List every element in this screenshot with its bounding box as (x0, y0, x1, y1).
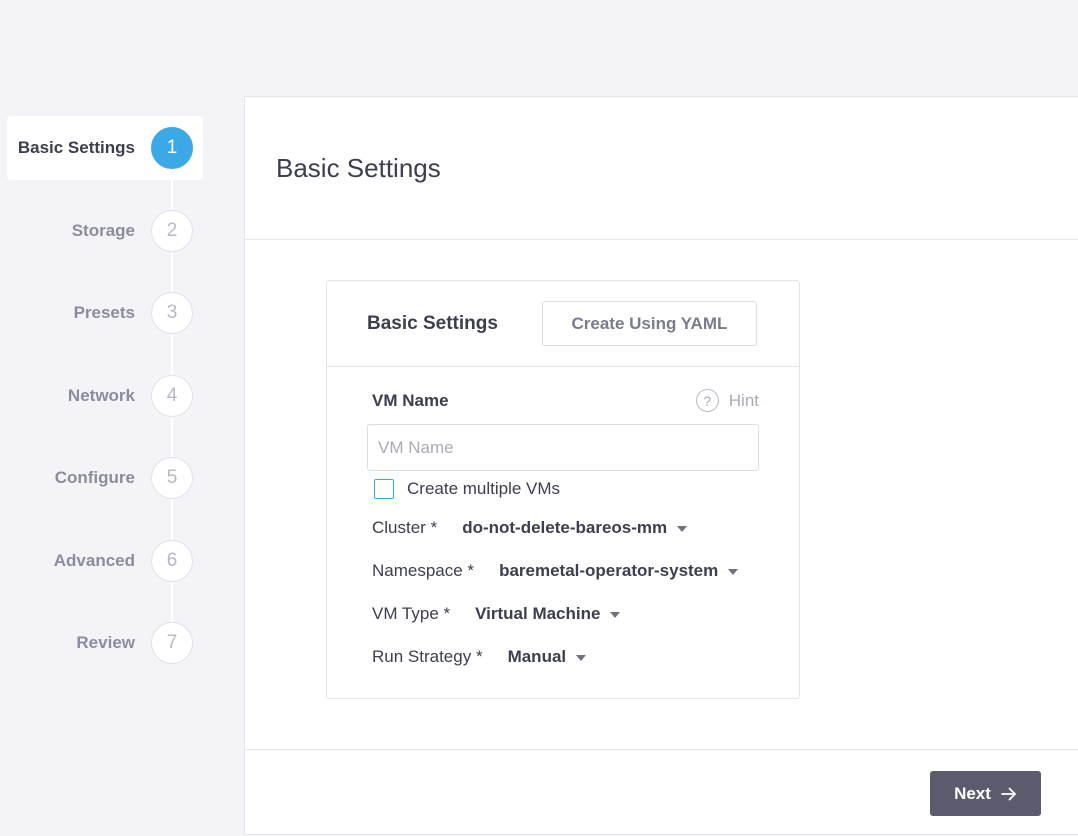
basic-settings-card: Basic Settings Create Using YAML VM Name… (326, 280, 800, 699)
wizard-stepper: Basic Settings 1 Storage 2 Presets 3 Net… (0, 0, 215, 836)
step-number-badge: 2 (151, 210, 193, 252)
arrow-right-icon (1001, 787, 1017, 801)
card-title: Basic Settings (367, 312, 498, 334)
step-label: Network (67, 386, 135, 405)
step-number-badge: 6 (151, 540, 193, 582)
vm-name-label-row: VM Name ? Hint (367, 389, 759, 412)
namespace-select-row: Namespace * baremetal-operator-system (367, 559, 759, 583)
step-label: Storage (71, 221, 135, 240)
panel-footer: Next (245, 749, 1078, 835)
step-number-badge: 7 (151, 622, 193, 664)
panel-header: Basic Settings (245, 97, 1078, 240)
question-circle-icon: ? (695, 389, 719, 412)
step-label: Advanced (53, 551, 135, 570)
wizard-panel: Basic Settings Basic Settings Create Usi… (244, 96, 1078, 835)
namespace-label: Namespace * (372, 561, 475, 580)
card-header: Basic Settings Create Using YAML (327, 281, 799, 367)
vm-type-select-row: VM Type * Virtual Machine (367, 602, 759, 626)
step-review[interactable]: Review 7 (7, 611, 203, 675)
create-using-yaml-button[interactable]: Create Using YAML (541, 301, 757, 346)
next-button-label: Next (954, 783, 991, 803)
step-number-badge: 3 (151, 292, 193, 334)
step-number-badge: 4 (151, 375, 193, 417)
vm-type-select[interactable]: Virtual Machine (475, 604, 600, 624)
run-strategy-select[interactable]: Manual (508, 647, 567, 667)
step-advanced[interactable]: Advanced 6 (7, 529, 203, 593)
run-strategy-select-row: Run Strategy * Manual (367, 645, 759, 669)
page-title: Basic Settings (276, 152, 441, 183)
card-body: VM Name ? Hint Create multiple VMs Clust… (327, 389, 799, 669)
next-button[interactable]: Next (930, 771, 1041, 816)
panel-body: Basic Settings Create Using YAML VM Name… (245, 240, 1078, 749)
step-label: Basic Settings (17, 138, 135, 157)
caret-down-icon[interactable] (728, 569, 739, 575)
run-strategy-label: Run Strategy * (372, 647, 483, 666)
step-presets[interactable]: Presets 3 (7, 281, 203, 345)
vm-name-input[interactable] (367, 424, 759, 471)
step-number-badge: 5 (151, 457, 193, 499)
step-label: Review (76, 633, 135, 652)
vm-type-label: VM Type * (372, 604, 451, 623)
step-configure[interactable]: Configure 5 (7, 446, 203, 510)
create-multiple-vms-checkbox[interactable] (374, 479, 394, 499)
step-label: Presets (73, 303, 135, 322)
hint-link[interactable]: ? Hint (695, 389, 759, 412)
caret-down-icon[interactable] (576, 655, 587, 661)
create-multiple-vms-label: Create multiple VMs (407, 479, 561, 498)
step-basic-settings[interactable]: Basic Settings 1 (7, 116, 203, 180)
hint-label: Hint (728, 390, 759, 410)
caret-down-icon[interactable] (610, 612, 621, 618)
step-number-badge: 1 (151, 127, 193, 169)
cluster-label: Cluster * (372, 518, 438, 537)
caret-down-icon[interactable] (677, 526, 688, 532)
step-storage[interactable]: Storage 2 (7, 199, 203, 263)
create-multiple-vms-row[interactable]: Create multiple VMs (367, 479, 759, 499)
step-network[interactable]: Network 4 (7, 364, 203, 428)
namespace-select[interactable]: baremetal-operator-system (499, 561, 718, 581)
cluster-select[interactable]: do-not-delete-bareos-mm (462, 518, 667, 538)
step-label: Configure (54, 468, 135, 487)
vm-name-label: VM Name (372, 390, 449, 410)
cluster-select-row: Cluster * do-not-delete-bareos-mm (367, 516, 759, 540)
